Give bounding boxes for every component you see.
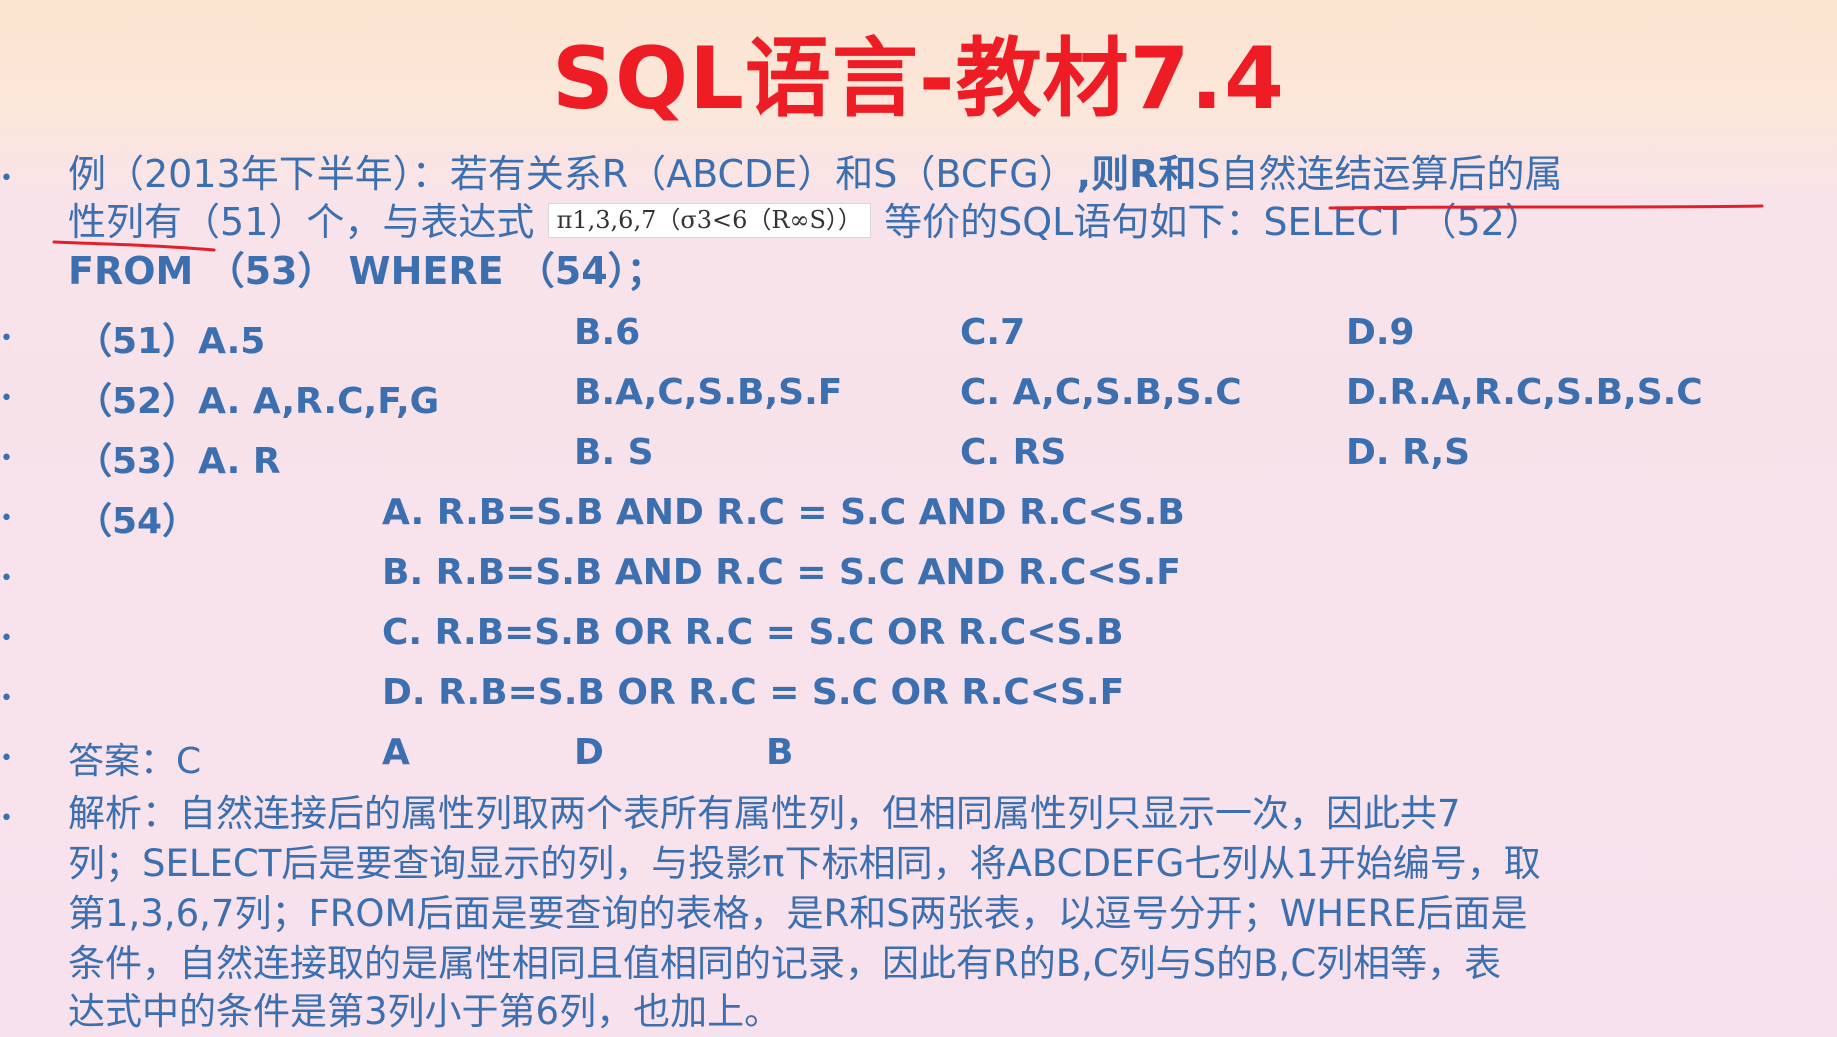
- q52-option-a: （52）A. A,R.C,F,G: [76, 381, 440, 422]
- analysis-line-4: 条件，自然连接取的是属性相同且值相同的记录，因此有R的B,C列与S的B,C列相等…: [68, 942, 1502, 985]
- q54-option-c: C. R.B=S.B OR R.C = S.C OR R.C<S.B: [382, 612, 1124, 653]
- q53-option-d: D. R,S: [1346, 432, 1471, 473]
- q51-option-a: （51）A.5: [76, 321, 266, 362]
- question-underlined-1: S自然连结运算后的属: [1196, 152, 1563, 196]
- analysis-line-1: 解析：自然连接后的属性列取两个表所有属性列，但相同属性列只显示一次，因此共7: [68, 792, 1461, 835]
- q54-option-b: B. R.B=S.B AND R.C = S.C AND R.C<S.F: [382, 552, 1181, 593]
- bullet-marker: •: [0, 806, 13, 831]
- q51-option-b: B.6: [574, 312, 641, 353]
- q52-option-c: C. A,C,S.B,S.C: [960, 372, 1242, 413]
- bullet-marker: •: [0, 566, 13, 591]
- question-line-2: 性列有（51）个，与表达式 π1,3,6,7（σ3<6（R∞S）） 等价的SQL…: [68, 198, 1543, 247]
- bullet-marker: •: [0, 686, 13, 711]
- bullet-marker: •: [0, 386, 13, 411]
- q54-option-d: D. R.B=S.B OR R.C = S.C OR R.C<S.F: [382, 672, 1125, 713]
- q51-option-c: C.7: [960, 312, 1026, 353]
- answer-52: A: [382, 732, 410, 773]
- bullet-marker: •: [0, 506, 13, 531]
- q51-option-d: D.9: [1346, 312, 1415, 353]
- answer-54: B: [766, 732, 794, 773]
- bullet-marker: •: [0, 446, 13, 471]
- question-line-1: 例（2013年下半年）：若有关系R（ABCDE）和S（BCFG）,则R和S自然连…: [68, 150, 1563, 199]
- bullet-marker: •: [0, 166, 13, 191]
- answer-label: 答案：C: [68, 732, 201, 784]
- q54-label: （54）: [76, 501, 199, 542]
- answer-text: 答案：C: [68, 741, 202, 782]
- bullet-marker: •: [0, 326, 13, 351]
- slide-title: SQL语言-教材7.4: [552, 29, 1285, 129]
- question-mid: ,则R和: [1076, 152, 1197, 196]
- q52-option-b: B.A,C,S.B,S.F: [574, 372, 843, 413]
- q52-option-d: D.R.A,R.C,S.B,S.C: [1346, 372, 1703, 413]
- analysis-line-3: 第1,3,6,7列；FROM后面是要查询的表格，是R和S两张表，以逗号分开；WH…: [68, 892, 1528, 935]
- q53-option-a: （53）A. R: [76, 441, 281, 482]
- question-suffix: 等价的SQL语句如下：SELECT （52）: [884, 200, 1543, 244]
- question-prefix: 例（2013年下半年）：若有关系R（ABCDE）和S（BCFG）: [68, 152, 1077, 196]
- q53-option-c: C. RS: [960, 432, 1067, 473]
- analysis-line-2: 列；SELECT后是要查询显示的列，与投影π下标相同，将ABCDEFG七列从1开…: [68, 842, 1541, 885]
- q54-option-a: A. R.B=S.B AND R.C = S.C AND R.C<S.B: [382, 492, 1185, 533]
- answer-53: D: [574, 732, 604, 773]
- bullet-marker: •: [0, 626, 13, 651]
- formula-expression: π1,3,6,7（σ3<6（R∞S））: [547, 203, 871, 238]
- question-mid-2: （51）个，与表达式: [182, 200, 535, 244]
- analysis-line-5: 达式中的条件是第3列小于第6列，也加上。: [68, 990, 782, 1033]
- question-underlined-2: 性列有: [68, 200, 183, 244]
- question-line-3: FROM （53） WHERE （54）；: [68, 249, 665, 293]
- bullet-marker: •: [0, 746, 13, 771]
- q53-option-b: B. S: [574, 432, 654, 473]
